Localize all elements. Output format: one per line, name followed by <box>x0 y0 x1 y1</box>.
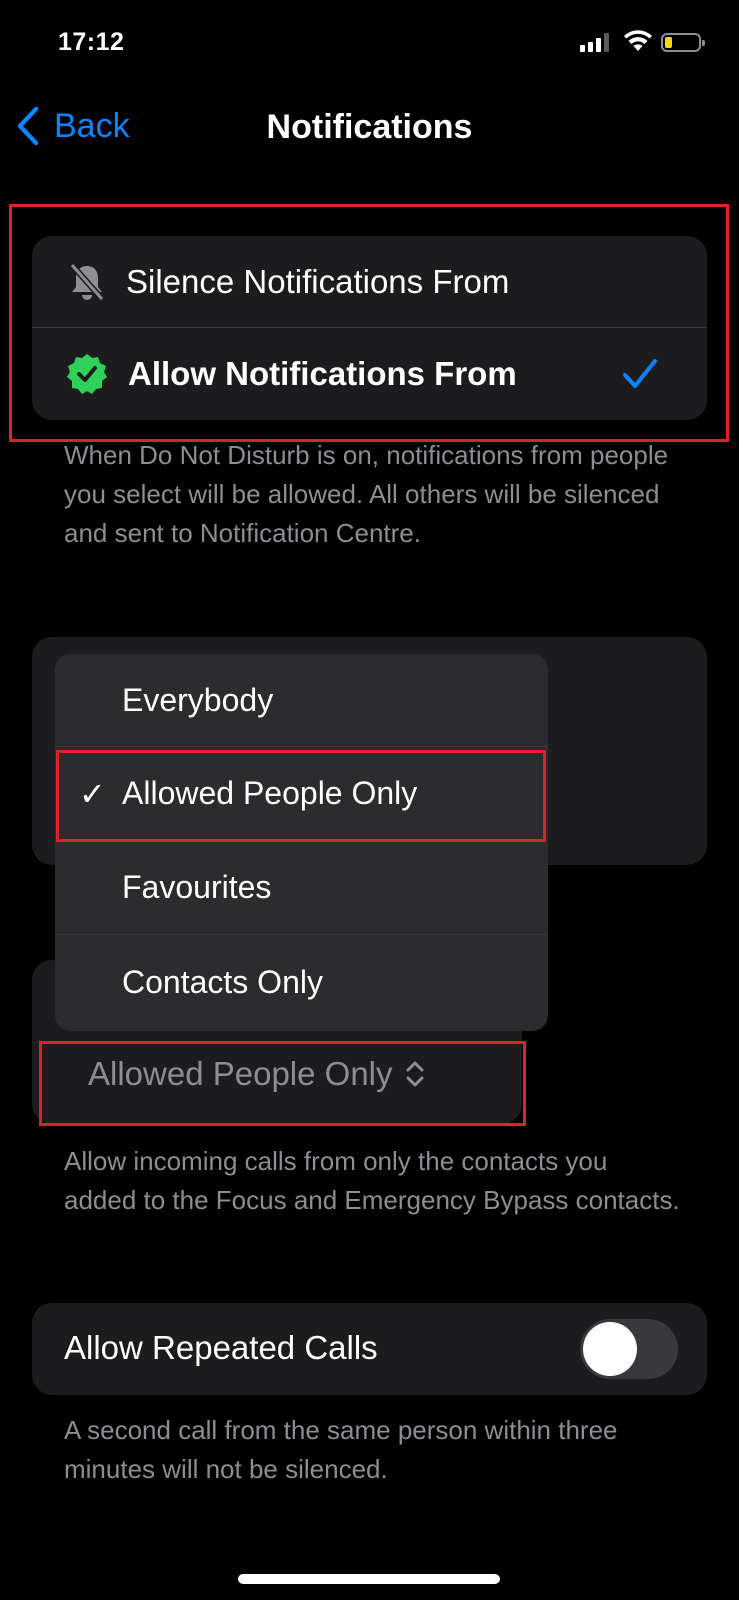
calls-allowed-menu: Everybody ✓ Allowed People Only Favourit… <box>55 654 548 1031</box>
menu-item-label: Everybody <box>122 681 274 718</box>
menu-item-favourites[interactable]: Favourites <box>55 841 548 934</box>
home-indicator[interactable] <box>238 1574 500 1584</box>
menu-item-everybody[interactable]: Everybody <box>55 654 548 746</box>
menu-item-contacts-only[interactable]: Contacts Only <box>55 935 548 1029</box>
repeated-calls-footer: A second call from the same person withi… <box>64 1415 618 1484</box>
repeated-calls-label: Allow Repeated Calls <box>64 1329 378 1366</box>
wifi-icon <box>624 30 652 51</box>
highlight-frame <box>39 1041 526 1126</box>
calls-footer: Allow incoming calls from only the conta… <box>64 1146 680 1215</box>
highlight-frame <box>56 750 546 842</box>
menu-item-label: Favourites <box>122 869 272 905</box>
menu-item-label: Contacts Only <box>122 963 323 1000</box>
highlight-frame <box>9 204 729 442</box>
battery-icon <box>661 33 705 52</box>
status-time: 17:12 <box>58 28 125 56</box>
toggle-knob <box>583 1322 637 1376</box>
notification-mode-footer: When Do Not Disturb is on, notifications… <box>64 440 669 548</box>
page-title: Notifications <box>266 108 473 146</box>
cellular-signal-icon <box>580 32 609 52</box>
repeated-calls-toggle[interactable] <box>580 1319 678 1379</box>
repeated-calls-group: Allow Repeated Calls <box>32 1303 707 1395</box>
